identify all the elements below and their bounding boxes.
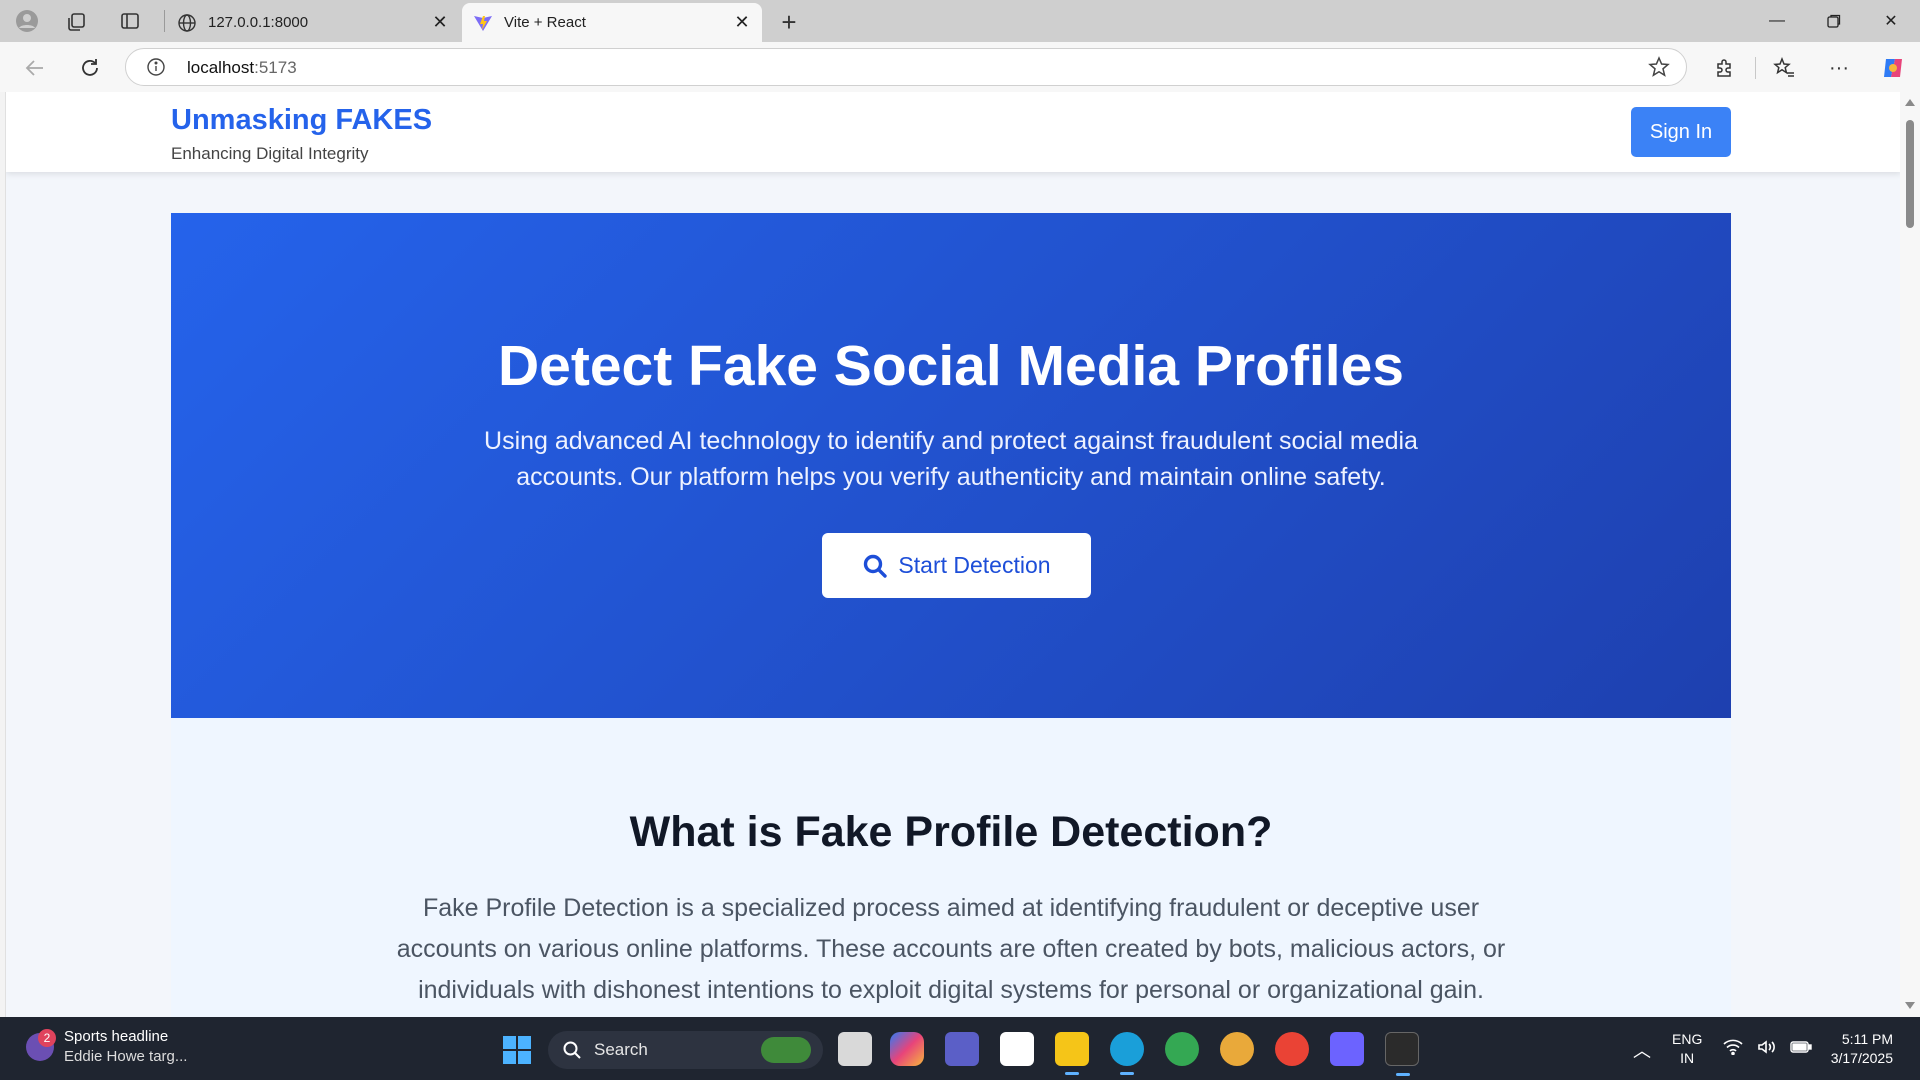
toolbar-separator	[1755, 57, 1756, 79]
brand-title[interactable]: Unmasking FAKES	[171, 104, 432, 137]
about-title: What is Fake Profile Detection?	[629, 808, 1273, 856]
refresh-icon[interactable]	[73, 51, 107, 85]
edge-icon[interactable]	[1110, 1032, 1144, 1075]
tab-title: 127.0.0.1:8000	[208, 14, 309, 31]
hero-description: Using advanced AI technology to identify…	[484, 427, 1418, 491]
chrome-profile-icon[interactable]	[1275, 1032, 1309, 1066]
brand-subtitle: Enhancing Digital Integrity	[171, 144, 369, 163]
battery-icon[interactable]	[1790, 1037, 1812, 1057]
address-bar[interactable]: localhost:5173	[125, 48, 1687, 86]
close-window-icon[interactable]: ✕	[1868, 6, 1914, 36]
system-tray[interactable]	[1722, 1037, 1812, 1057]
wifi-icon[interactable]	[1722, 1037, 1744, 1057]
task-view-icon[interactable]	[838, 1032, 872, 1066]
news-widget[interactable]: 2 Sports headline Eddie Howe targ...	[26, 1027, 187, 1067]
url-text: localhost:5173	[187, 58, 297, 77]
search-label: Search	[594, 1040, 648, 1059]
language-indicator[interactable]: ENG IN	[1672, 1030, 1702, 1068]
file-explorer-icon[interactable]	[1055, 1032, 1089, 1075]
minimize-icon[interactable]: —	[1754, 6, 1800, 36]
windows-start-icon[interactable]	[503, 1036, 531, 1064]
teams-icon[interactable]	[945, 1032, 979, 1066]
system-clock[interactable]: 5:11 PM 3/17/2025	[1823, 1030, 1893, 1068]
windows-taskbar: 2 Sports headline Eddie Howe targ... Sea…	[0, 1017, 1920, 1080]
volume-icon[interactable]	[1756, 1037, 1778, 1057]
back-icon[interactable]	[18, 51, 52, 85]
favorites-icon[interactable]	[1767, 51, 1801, 85]
terminal-icon[interactable]	[1385, 1032, 1419, 1076]
taskbar-search[interactable]: Search	[548, 1031, 823, 1069]
news-widget-icon: 2	[26, 1029, 56, 1061]
copilot-icon[interactable]	[1876, 51, 1910, 85]
globe-icon	[176, 12, 198, 34]
page-viewport: Unmasking FAKES Enhancing Digital Integr…	[5, 92, 1900, 1017]
tab-vite-react[interactable]: Vite + React ✕	[462, 3, 762, 42]
search-icon	[562, 1040, 582, 1060]
site-info-icon[interactable]	[146, 57, 166, 77]
clock-date: 3/17/2025	[1830, 1050, 1893, 1066]
language-code: ENG	[1672, 1031, 1703, 1047]
hero-section: Detect Fake Social Media Profiles Using …	[171, 213, 1731, 718]
site-header: Unmasking FAKES Enhancing Digital Integr…	[6, 92, 1900, 172]
search-icon	[862, 553, 888, 579]
restore-icon[interactable]	[1811, 6, 1857, 36]
hero-title: Detect Fake Social Media Profiles	[497, 334, 1405, 398]
chrome-icon[interactable]	[1165, 1032, 1199, 1066]
new-tab-button[interactable]: +	[774, 7, 804, 37]
browser-tab-strip: 127.0.0.1:8000 ✕ Vite + React ✕ + — ✕	[0, 0, 1920, 42]
start-detection-button[interactable]: Start Detection	[822, 533, 1091, 598]
about-description: Fake Profile Detection is a specialized …	[396, 894, 1506, 1004]
close-tab-icon[interactable]: ✕	[728, 9, 756, 37]
copilot-app-icon[interactable]	[890, 1032, 924, 1066]
news-text: Eddie Howe targ...	[64, 1048, 188, 1065]
tab-separator	[164, 10, 165, 32]
about-section: What is Fake Profile Detection? Fake Pro…	[171, 718, 1731, 1017]
show-hidden-icons-icon[interactable]: ︿	[1633, 1037, 1651, 1063]
favorite-star-icon[interactable]	[1648, 56, 1670, 78]
workspaces-icon[interactable]	[62, 8, 92, 34]
tab-title: Vite + React	[504, 14, 586, 31]
scroll-down-icon[interactable]	[1905, 1002, 1915, 1009]
extensions-icon[interactable]	[1707, 51, 1741, 85]
region-code: IN	[1680, 1050, 1695, 1066]
news-title: Sports headline	[64, 1028, 169, 1045]
news-badge: 2	[38, 1029, 56, 1047]
vite-icon	[472, 12, 494, 34]
sign-in-button[interactable]: Sign In	[1631, 107, 1731, 157]
tab-actions-icon[interactable]	[115, 8, 145, 34]
more-menu-icon[interactable]: ···	[1822, 51, 1856, 85]
store-icon[interactable]	[1000, 1032, 1034, 1066]
tab-localhost-8000[interactable]: 127.0.0.1:8000 ✕	[166, 3, 460, 42]
clock-time: 5:11 PM	[1841, 1031, 1893, 1047]
profile-icon[interactable]	[12, 8, 42, 34]
browser-toolbar: localhost:5173 ···	[0, 42, 1920, 92]
close-tab-icon[interactable]: ✕	[426, 9, 454, 37]
page-scrollbar[interactable]	[1900, 92, 1920, 1017]
medal-app-icon[interactable]	[1220, 1032, 1254, 1066]
search-highlight-icon	[761, 1037, 811, 1063]
start-detection-label: Start Detection	[898, 552, 1051, 578]
app-launcher-icon[interactable]	[1330, 1032, 1364, 1066]
scroll-thumb[interactable]	[1906, 120, 1914, 228]
scroll-up-icon[interactable]	[1905, 99, 1915, 106]
